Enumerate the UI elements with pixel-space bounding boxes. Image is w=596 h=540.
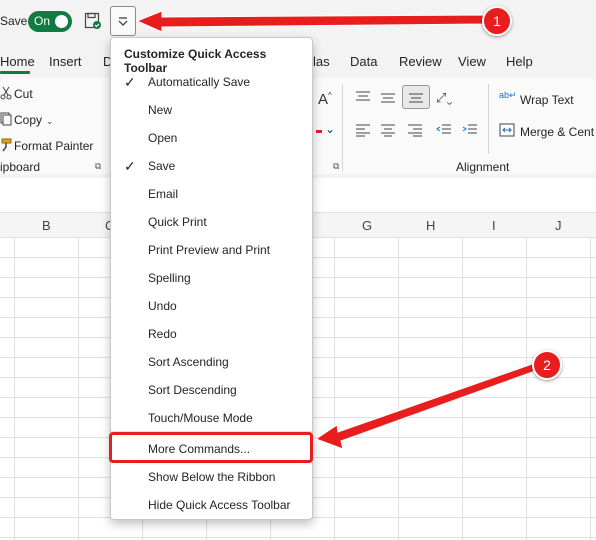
callout-badge-2: 2 (532, 350, 562, 380)
callout-badge-1: 1 (482, 6, 512, 36)
arrow-1 (135, 10, 486, 33)
annotation-arrows (135, 10, 539, 450)
arrow-2 (314, 362, 539, 450)
